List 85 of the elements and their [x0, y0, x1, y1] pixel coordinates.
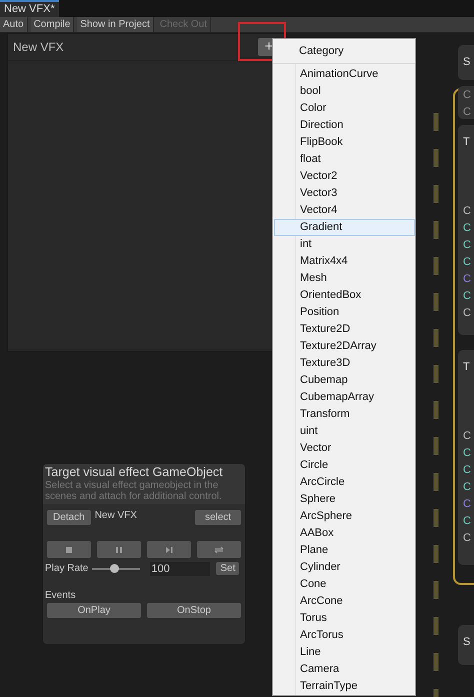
- menu-item[interactable]: Circle: [296, 457, 415, 474]
- node-title: T: [462, 360, 471, 374]
- window-tab[interactable]: New VFX*: [0, 0, 59, 17]
- port-label: C: [463, 256, 472, 269]
- menu-item[interactable]: bool: [296, 83, 415, 100]
- menu-item[interactable]: ArcTorus: [296, 627, 415, 644]
- menu-item[interactable]: Camera: [296, 661, 415, 678]
- port-label: C: [463, 205, 472, 218]
- menu-item[interactable]: uint: [296, 423, 415, 440]
- menu-item[interactable]: Plane: [296, 542, 415, 559]
- port-label: C: [463, 273, 472, 286]
- menu-item[interactable]: CubemapArray: [296, 389, 415, 406]
- menu-item[interactable]: int: [296, 236, 415, 253]
- transport-button[interactable]: [47, 541, 91, 558]
- transport-button[interactable]: [147, 541, 191, 558]
- menu-item[interactable]: Position: [296, 304, 415, 321]
- select-button[interactable]: select: [195, 510, 241, 525]
- port-label: C: [463, 290, 472, 303]
- menu-item[interactable]: Texture2DArray: [296, 338, 415, 355]
- loop-icon: [213, 544, 225, 556]
- menu-item[interactable]: Sphere: [296, 491, 415, 508]
- menu-item[interactable]: AABox: [296, 525, 415, 542]
- menu-item[interactable]: Transform: [296, 406, 415, 423]
- node-title: S: [462, 635, 472, 649]
- menu-item[interactable]: Direction: [296, 117, 415, 134]
- port-label: C: [463, 106, 472, 119]
- event-button[interactable]: OnPlay: [47, 603, 141, 618]
- menu-item[interactable]: Vector2: [296, 168, 415, 185]
- port-label: C: [463, 532, 472, 545]
- menu-header: Category: [299, 44, 344, 59]
- port-label: C: [463, 430, 472, 443]
- menu-item[interactable]: ArcCone: [296, 593, 415, 610]
- port-label: C: [463, 481, 472, 494]
- menu-item[interactable]: Cone: [296, 576, 415, 593]
- node-card[interactable]: S: [458, 625, 474, 665]
- menu-item[interactable]: Vector3: [296, 185, 415, 202]
- port-label: C: [463, 498, 472, 511]
- node-card[interactable]: C C: [458, 86, 474, 119]
- menu-item[interactable]: AnimationCurve: [296, 66, 415, 83]
- toolbar-button[interactable]: Auto: [0, 17, 28, 32]
- node-card[interactable]: T C C C C C C C: [458, 125, 474, 335]
- transport-button[interactable]: [97, 541, 141, 558]
- detach-button[interactable]: Detach: [47, 510, 91, 525]
- event-button[interactable]: OnStop: [147, 603, 241, 618]
- node-title: S: [462, 55, 472, 69]
- set-button[interactable]: Set: [216, 562, 240, 575]
- panel-description: Select a visual effect gameobject in the scenes and attach for additional control.: [45, 480, 223, 502]
- menu-item[interactable]: Mesh: [296, 270, 415, 287]
- port-label: C: [463, 239, 472, 252]
- menu-item[interactable]: Texture2D: [296, 321, 415, 338]
- events-label: Events: [44, 590, 77, 602]
- port-label: C: [463, 222, 472, 235]
- menu-item[interactable]: Cylinder: [296, 559, 415, 576]
- menu-item[interactable]: TerrainType: [296, 678, 415, 695]
- panel-title: Target visual effect GameObject: [45, 465, 224, 480]
- port-label: C: [463, 464, 472, 477]
- node-title: T: [462, 135, 471, 149]
- transport-button[interactable]: [197, 541, 241, 558]
- toolbar-button[interactable]: Compile: [30, 17, 74, 32]
- menu-item[interactable]: float: [296, 151, 415, 168]
- menu-item[interactable]: Matrix4x4: [296, 253, 415, 270]
- menu-item[interactable]: Torus: [296, 610, 415, 627]
- port-label: C: [463, 307, 472, 320]
- toolbar-button[interactable]: Show in Project: [77, 17, 154, 32]
- play-rate-field[interactable]: 100: [150, 562, 210, 576]
- play-rate-label: Play Rate: [45, 562, 88, 576]
- blackboard-title: New VFX: [13, 39, 64, 56]
- port-label: C: [463, 515, 472, 528]
- node-card[interactable]: S: [458, 45, 474, 80]
- menu-item[interactable]: Line: [296, 644, 415, 661]
- menu-item[interactable]: Vector4: [296, 202, 415, 219]
- menu-item[interactable]: ArcSphere: [296, 508, 415, 525]
- node-card[interactable]: T C C C C C C C: [458, 350, 474, 565]
- menu-item[interactable]: Texture3D: [296, 355, 415, 372]
- menu-item[interactable]: Cubemap: [296, 372, 415, 389]
- target-name: New VFX: [94, 510, 137, 522]
- menu-item[interactable]: Vector: [296, 440, 415, 457]
- port-label: C: [463, 447, 472, 460]
- port-label: C: [463, 89, 472, 102]
- menu-item[interactable]: Gradient: [274, 219, 415, 236]
- menu-item[interactable]: OrientedBox: [296, 287, 415, 304]
- menu-item[interactable]: Color: [296, 100, 415, 117]
- menu-item[interactable]: ArcCircle: [296, 474, 415, 491]
- menu-item[interactable]: FlipBook: [296, 134, 415, 151]
- slider-thumb[interactable]: [110, 564, 120, 572]
